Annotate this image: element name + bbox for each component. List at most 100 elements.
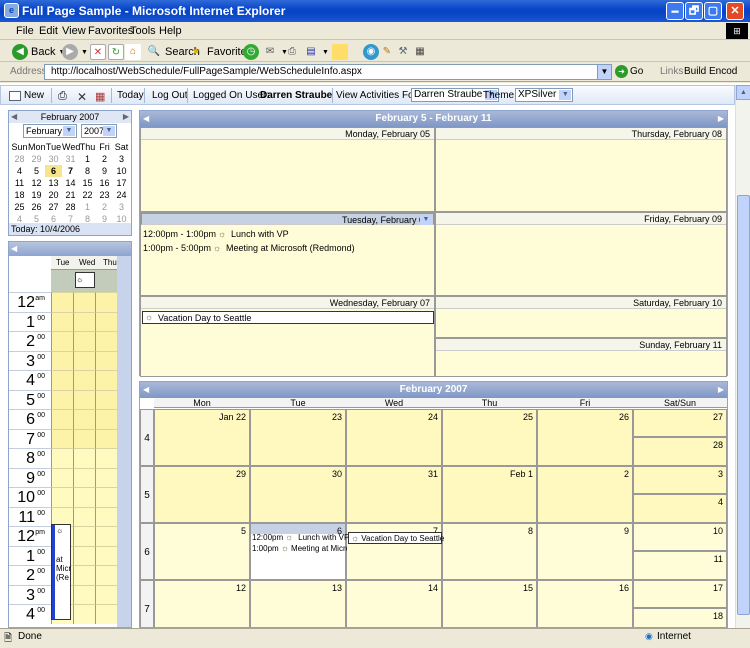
logout-button[interactable]: Log Out	[152, 90, 188, 101]
page-scrollbar[interactable]: ▲	[735, 85, 750, 628]
picker-day[interactable]: 10	[113, 165, 130, 177]
address-dropdown-icon[interactable]: ▼	[597, 65, 611, 79]
month-weekend-cell[interactable]: 17	[633, 580, 727, 608]
month-weekend-cell[interactable]: 11	[633, 551, 727, 580]
week-next-icon[interactable]: ▶	[718, 114, 724, 123]
picker-day[interactable]: 9	[96, 165, 113, 177]
picker-day[interactable]: 24	[113, 189, 130, 201]
month-day-cell[interactable]: 13	[250, 580, 346, 627]
day-time-slot[interactable]	[73, 526, 95, 546]
week-prev-icon[interactable]: ◀	[143, 114, 149, 123]
picker-day[interactable]: 15	[79, 177, 96, 189]
forward-button[interactable]: ▶ ▼	[62, 44, 88, 60]
day-time-slot[interactable]	[95, 604, 117, 624]
restore-button[interactable]: 🗗	[685, 2, 703, 20]
day-prev-icon[interactable]: ◀	[11, 244, 17, 253]
day-time-slot[interactable]	[73, 545, 95, 565]
month-weekend-cell[interactable]: 4	[633, 494, 727, 523]
back-button[interactable]: ◀ Back▼	[12, 44, 65, 60]
minimize-button[interactable]: 🗕	[666, 2, 684, 20]
month-day-cell[interactable]: 25	[442, 409, 537, 466]
picker-day[interactable]: 26	[28, 201, 45, 213]
month-day-cell[interactable]: 8	[442, 523, 537, 580]
picker-day[interactable]: 16	[96, 177, 113, 189]
close-button[interactable]: ✕	[726, 2, 744, 20]
picker-day[interactable]: 28	[62, 201, 79, 213]
week-day-monday[interactable]: Monday, February 05	[140, 127, 435, 212]
picker-day[interactable]: 31	[62, 153, 79, 165]
picker-day[interactable]: 30	[45, 153, 62, 165]
week-appointment-meeting[interactable]: 1:00pm - 5:00pm ☼ Meeting at Microsoft (Re…	[143, 243, 355, 253]
day-time-slot[interactable]	[51, 448, 73, 468]
menu-favorites[interactable]: Favorites	[88, 25, 133, 37]
discuss-button[interactable]	[332, 44, 348, 60]
day-time-slot[interactable]	[73, 389, 95, 409]
month-weekend-cell[interactable]: 10	[633, 523, 727, 551]
day-time-slot[interactable]	[51, 350, 73, 370]
day-time-slot[interactable]	[95, 506, 117, 526]
day-time-slot[interactable]	[95, 448, 117, 468]
picker-day[interactable]: 20	[45, 189, 62, 201]
picker-next-icon[interactable]: ▶	[123, 112, 129, 121]
week-day-thursday[interactable]: Thursday, February 08	[435, 127, 727, 212]
picker-day[interactable]: 5	[28, 165, 45, 177]
month-day-cell[interactable]: 26	[537, 409, 633, 466]
picker-day[interactable]: 21	[62, 189, 79, 201]
week-day-friday[interactable]: Friday, February 09	[435, 212, 727, 296]
day-time-slot[interactable]	[95, 526, 117, 546]
day-time-slot[interactable]	[73, 565, 95, 585]
week-day-saturday[interactable]: Saturday, February 10	[435, 296, 727, 338]
research-button[interactable]: ✎	[379, 44, 395, 60]
history-button[interactable]: ◷	[243, 44, 259, 60]
new-button[interactable]: New	[9, 90, 44, 101]
month-day-cell[interactable]: 2	[537, 466, 633, 523]
picker-day[interactable]: 25	[11, 201, 28, 213]
month-day-cell[interactable]: 30	[250, 466, 346, 523]
calendar-button[interactable]: ▦	[95, 90, 105, 103]
window-title-bar[interactable]: e Full Page Sample - Microsoft Internet …	[0, 0, 750, 22]
today-button[interactable]: Today	[117, 90, 144, 101]
day-time-slot[interactable]	[51, 409, 73, 429]
day-time-slot[interactable]	[73, 370, 95, 390]
delete-button[interactable]: ✕	[77, 90, 87, 104]
picker-today[interactable]: Today: 10/4/2006	[9, 223, 131, 235]
day-time-slot[interactable]	[95, 584, 117, 604]
picker-prev-icon[interactable]: ◀	[11, 112, 17, 121]
day-time-slot[interactable]	[73, 350, 95, 370]
picker-month-select[interactable]: February	[23, 124, 77, 138]
day-time-slot[interactable]	[95, 311, 117, 331]
picker-day[interactable]: 19	[28, 189, 45, 201]
picker-day[interactable]: 14	[62, 177, 79, 189]
menu-tools[interactable]: Tools	[130, 25, 156, 37]
picker-day[interactable]: 11	[11, 177, 28, 189]
day-time-slot[interactable]	[73, 292, 95, 312]
address-input[interactable]: http://localhost/WebSchedule/FullPageSam…	[44, 64, 612, 80]
day-time-slot[interactable]	[95, 545, 117, 565]
day-time-slot[interactable]	[95, 331, 117, 351]
picker-day[interactable]: 13	[45, 177, 62, 189]
day-time-slot[interactable]	[95, 292, 117, 312]
week-appointment-lunch[interactable]: 12:00pm - 1:00pm ☼ Lunch with VP	[143, 229, 289, 239]
print-button[interactable]: ⎙	[284, 44, 300, 60]
day-time-slot[interactable]	[73, 506, 95, 526]
day-time-slot[interactable]	[51, 487, 73, 507]
day-time-slot[interactable]	[73, 487, 95, 507]
day-time-slot[interactable]	[73, 448, 95, 468]
picker-day[interactable]: 4	[11, 165, 28, 177]
day-time-slot[interactable]	[51, 292, 73, 312]
month-day-cell[interactable]: 29	[154, 466, 250, 523]
month-day-cell[interactable]: 14	[346, 580, 442, 627]
day-time-slot[interactable]	[51, 467, 73, 487]
month-appointment-meeting[interactable]: 1:00pm☼Meeting at Microso	[252, 544, 347, 553]
picker-day[interactable]: 7	[62, 165, 79, 177]
day-time-slot[interactable]	[95, 370, 117, 390]
picker-day[interactable]: 22	[79, 189, 96, 201]
picker-day[interactable]: 1	[79, 201, 96, 213]
picker-day[interactable]: 23	[96, 189, 113, 201]
week-day-wednesday[interactable]: Wednesday, February 07 ☼ Vacation Day to …	[140, 296, 435, 377]
picker-day[interactable]: 17	[113, 177, 130, 189]
edit-button[interactable]: ▤ ▼	[303, 44, 329, 60]
day-time-slot[interactable]	[95, 428, 117, 448]
week-appointment-vacation[interactable]: ☼ Vacation Day to Seattle	[142, 311, 434, 324]
month-day-cell[interactable]: 23	[250, 409, 346, 466]
